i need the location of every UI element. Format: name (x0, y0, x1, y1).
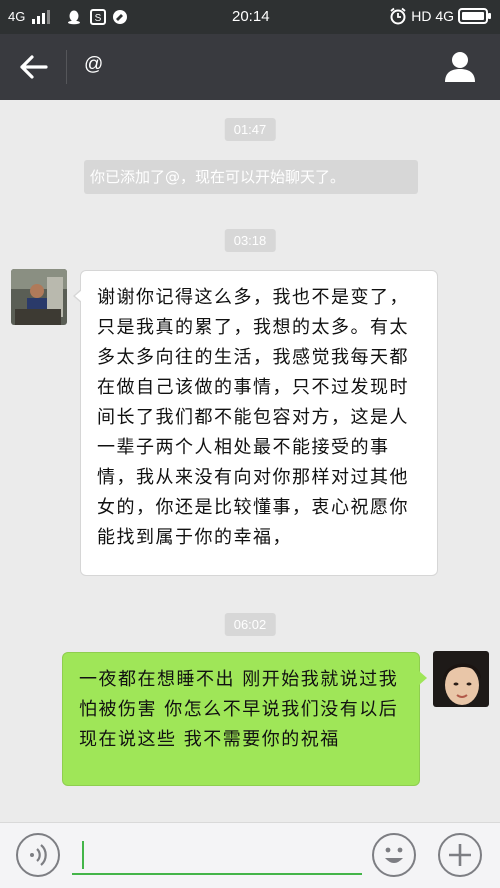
profile-icon (445, 52, 475, 82)
network-label: 4G (8, 9, 26, 24)
voice-button[interactable] (16, 833, 60, 877)
alarm-icon (390, 7, 406, 25)
plus-icon (449, 844, 471, 866)
sohu-icon: S (90, 9, 106, 25)
input-bar (0, 822, 500, 888)
my-avatar[interactable] (433, 651, 489, 707)
my-avatar-image (433, 651, 489, 707)
contact-avatar-image (11, 269, 67, 325)
system-message: 你已添加了@，现在可以开始聊天了。 (84, 160, 418, 194)
voice-icon (30, 844, 47, 866)
contact-avatar[interactable] (11, 269, 67, 325)
back-arrow-icon (20, 55, 48, 79)
more-button[interactable] (438, 833, 482, 877)
svg-text:S: S (95, 13, 102, 24)
timestamp: 06:02 (224, 613, 276, 636)
chat-header: @ (0, 34, 500, 100)
message-input[interactable] (72, 837, 362, 875)
battery-icon (458, 8, 491, 24)
emoji-icon (385, 847, 403, 863)
qq-icon (68, 10, 80, 25)
status-right: HD 4G (389, 7, 492, 25)
incoming-message[interactable]: 谢谢你记得这么多，我也不是变了，只是我真的累了，我想的太多。有太多太多向往的生活… (73, 270, 438, 576)
header-divider (66, 50, 67, 84)
hd-4g-label: HD 4G (411, 8, 454, 24)
status-bar: 4G S 20:14 HD 4G (0, 0, 500, 34)
text-cursor (82, 841, 84, 869)
back-button[interactable] (14, 48, 54, 86)
clock: 20:14 (232, 8, 270, 25)
browser-icon (113, 10, 127, 24)
chat-info-button[interactable] (442, 48, 478, 86)
emoji-button[interactable] (372, 833, 416, 877)
timestamp: 01:47 (224, 118, 276, 141)
signal-icon (32, 10, 50, 24)
chat-title: @ (84, 54, 104, 75)
outgoing-message[interactable]: 一夜都在想睡不出 刚开始我就说过我怕被伤害 你怎么不早说我们没有以后 现在说这些… (62, 652, 427, 786)
timestamp: 03:18 (224, 229, 276, 252)
